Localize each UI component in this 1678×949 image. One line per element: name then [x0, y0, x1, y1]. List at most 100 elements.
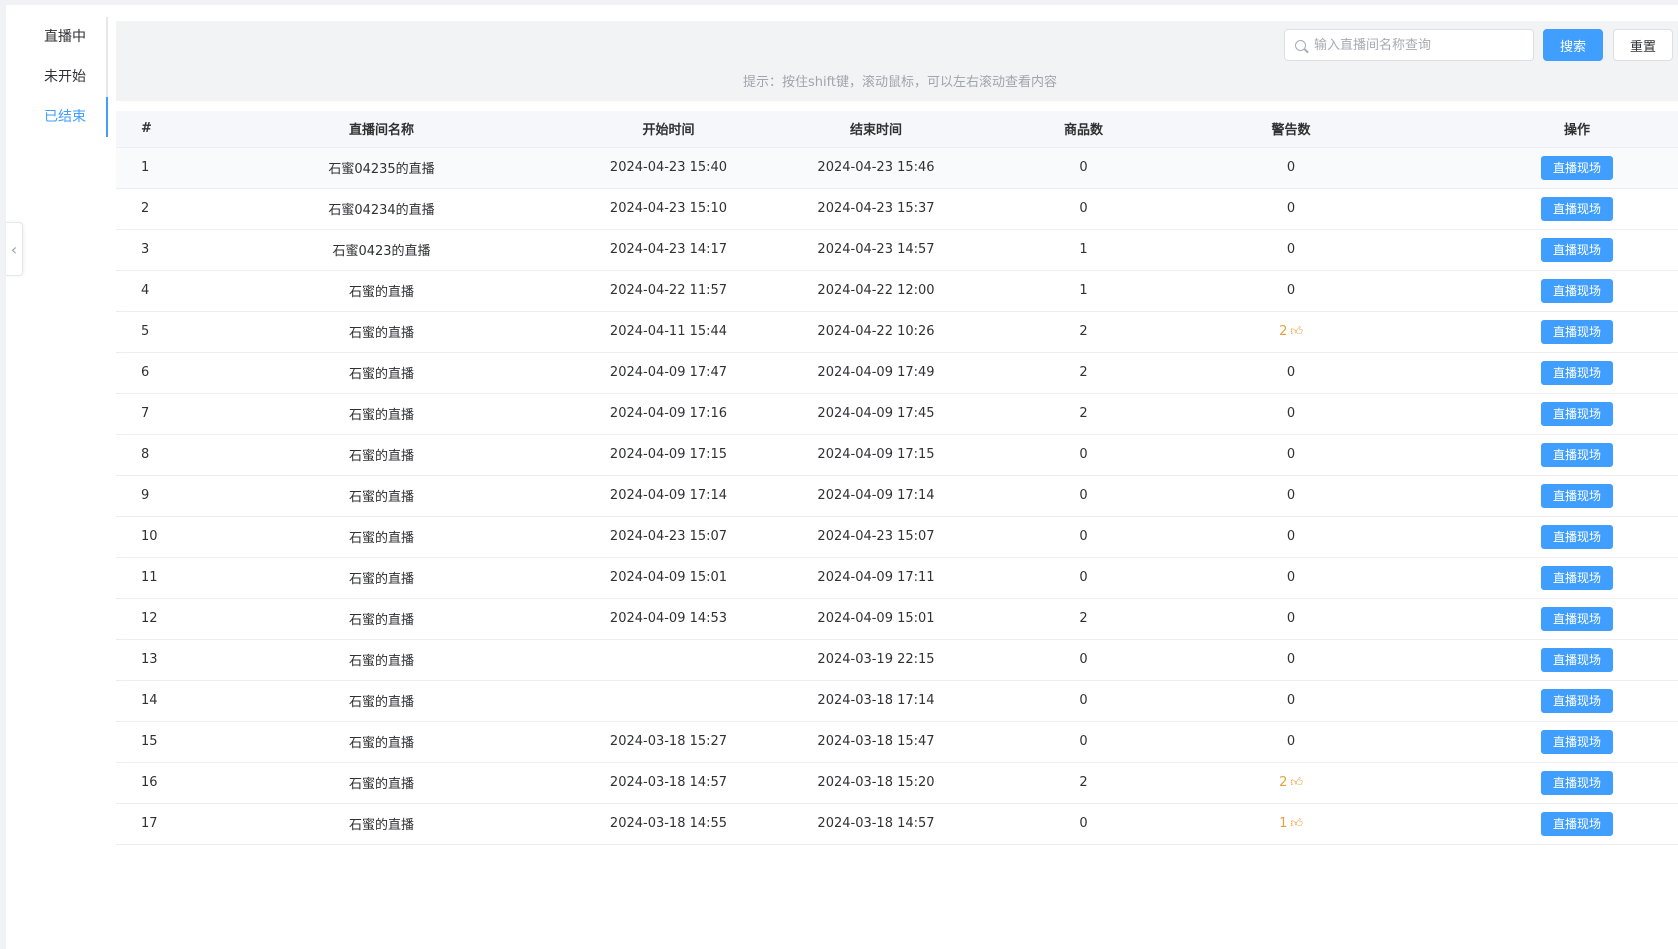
cell-start-time: 2024-04-23 15:10: [565, 188, 772, 230]
cell-warning-count: 0: [1187, 639, 1395, 681]
cell-warning-count: 0: [1187, 434, 1395, 476]
cell-end-time: 2024-03-18 17:14: [772, 680, 980, 722]
warning-count-value: 0: [1286, 365, 1296, 380]
cell-end-time: 2024-04-09 17:49: [772, 352, 980, 394]
live-scene-button[interactable]: 直播现场: [1541, 401, 1613, 426]
live-scene-button[interactable]: 直播现场: [1541, 360, 1613, 385]
live-scene-button[interactable]: 直播现场: [1541, 811, 1613, 836]
table-row: 10 石蜜的直播 2024-04-23 15:07 2024-04-23 15:07 0…: [116, 516, 1678, 558]
cell-index: 15: [116, 721, 198, 763]
app-frame: ‹ 直播中 未开始 已结束 搜索 重置 提示：按住shift键，滚动鼠标，可以左…: [6, 5, 1678, 949]
cell-start-time: 2024-04-09 15:01: [565, 557, 772, 599]
cell-action: 直播现场: [1395, 270, 1678, 312]
cell-end-time: 2024-04-23 15:07: [772, 516, 980, 558]
live-scene-button[interactable]: 直播现场: [1541, 565, 1613, 590]
cell-goods-count: 0: [980, 803, 1187, 845]
cell-goods-count: 0: [980, 188, 1187, 230]
search-box[interactable]: [1284, 29, 1534, 61]
warning-count-value: 0: [1286, 160, 1296, 175]
tab-ended[interactable]: 已结束: [28, 97, 108, 137]
cell-goods-count: 0: [980, 680, 1187, 722]
cell-warning-count[interactable]: 2 👍︎: [1187, 762, 1395, 804]
cell-end-time: 2024-03-18 14:57: [772, 803, 980, 845]
table-row: 15 石蜜的直播 2024-03-18 15:27 2024-03-18 15:47 0…: [116, 721, 1678, 763]
live-scene-button[interactable]: 直播现场: [1541, 770, 1613, 795]
cell-warning-count: 0: [1187, 270, 1395, 312]
cell-action: 直播现场: [1395, 557, 1678, 599]
cell-room-name: 石蜜的直播: [198, 680, 565, 722]
cell-room-name: 石蜜04235的直播: [198, 147, 565, 189]
live-scene-button[interactable]: 直播现场: [1541, 483, 1613, 508]
cell-action: 直播现场: [1395, 475, 1678, 517]
cell-end-time: 2024-03-18 15:20: [772, 762, 980, 804]
scroll-tip: 提示：按住shift键，滚动鼠标，可以左右滚动查看内容: [742, 75, 1058, 90]
table-row: 14 石蜜的直播 2024-03-18 17:14 0 0 直播现场: [116, 680, 1678, 722]
cell-action: 直播现场: [1395, 516, 1678, 558]
cell-action: 直播现场: [1395, 393, 1678, 435]
cell-end-time: 2024-04-23 15:46: [772, 147, 980, 189]
live-scene-button[interactable]: 直播现场: [1541, 606, 1613, 631]
live-scene-button[interactable]: 直播现场: [1541, 442, 1613, 467]
cell-room-name: 石蜜的直播: [198, 721, 565, 763]
header-name: 直播间名称: [198, 111, 565, 148]
cell-start-time: 2024-04-09 14:53: [565, 598, 772, 640]
cell-index: 2: [116, 188, 198, 230]
warning-count-value: 0: [1286, 283, 1296, 298]
table-row: 8 石蜜的直播 2024-04-09 17:15 2024-04-09 17:15 0 0…: [116, 434, 1678, 476]
cell-goods-count: 2: [980, 352, 1187, 394]
live-scene-button[interactable]: 直播现场: [1541, 729, 1613, 754]
cell-warning-count: 0: [1187, 680, 1395, 722]
table-row: 4 石蜜的直播 2024-04-22 11:57 2024-04-22 12:00 1 0…: [116, 270, 1678, 312]
cell-goods-count: 0: [980, 639, 1187, 681]
warning-count-value: 0: [1286, 734, 1296, 749]
reset-button[interactable]: 重置: [1613, 29, 1673, 61]
table-row: 1 石蜜04235的直播 2024-04-23 15:40 2024-04-23 15…: [116, 147, 1678, 189]
header-action: 操作: [1395, 111, 1678, 148]
live-scene-button[interactable]: 直播现场: [1541, 524, 1613, 549]
warning-count-value: 2: [1279, 324, 1288, 339]
tab-live[interactable]: 直播中: [28, 17, 106, 57]
search-panel: 搜索 重置 提示：按住shift键，滚动鼠标，可以左右滚动查看内容: [116, 21, 1678, 101]
cell-room-name: 石蜜的直播: [198, 311, 565, 353]
cell-action: 直播现场: [1395, 598, 1678, 640]
table-row: 16 石蜜的直播 2024-03-18 14:57 2024-03-18 15:20 2…: [116, 762, 1678, 804]
warning-count-value: 1: [1279, 816, 1288, 831]
cell-warning-count[interactable]: 1 👍︎: [1187, 803, 1395, 845]
tab-upcoming[interactable]: 未开始: [28, 57, 106, 97]
cell-goods-count: 1: [980, 270, 1187, 312]
live-scene-button[interactable]: 直播现场: [1541, 237, 1613, 262]
live-scene-button[interactable]: 直播现场: [1541, 647, 1613, 672]
cell-end-time: 2024-04-09 17:14: [772, 475, 980, 517]
cell-goods-count: 2: [980, 393, 1187, 435]
status-tabs: 直播中 未开始 已结束: [28, 17, 108, 137]
cell-room-name: 石蜜的直播: [198, 475, 565, 517]
search-input[interactable]: [1314, 37, 1524, 53]
cell-end-time: 2024-04-09 17:45: [772, 393, 980, 435]
header-warning-count: 警告数: [1187, 111, 1395, 148]
live-scene-button[interactable]: 直播现场: [1541, 196, 1613, 221]
cell-action: 直播现场: [1395, 434, 1678, 476]
cell-warning-count[interactable]: 2 👍︎: [1187, 311, 1395, 353]
cell-action: 直播现场: [1395, 680, 1678, 722]
cell-goods-count: 0: [980, 516, 1187, 558]
cell-room-name: 石蜜的直播: [198, 598, 565, 640]
cell-action: 直播现场: [1395, 352, 1678, 394]
cell-end-time: 2024-03-18 15:47: [772, 721, 980, 763]
table-header-row: # 直播间名称 开始时间 结束时间 商品数 警告数 操作: [116, 111, 1678, 148]
cell-start-time: 2024-04-22 11:57: [565, 270, 772, 312]
cell-start-time: 2024-04-11 15:44: [565, 311, 772, 353]
thumbs-up-icon: 👍︎: [1290, 816, 1303, 830]
cell-index: 6: [116, 352, 198, 394]
live-scene-button[interactable]: 直播现场: [1541, 155, 1613, 180]
live-scene-button[interactable]: 直播现场: [1541, 688, 1613, 713]
header-start-time: 开始时间: [565, 111, 772, 148]
cell-start-time: 2024-04-23 15:07: [565, 516, 772, 558]
cell-goods-count: 2: [980, 311, 1187, 353]
sidebar-collapse-handle[interactable]: ‹: [6, 222, 23, 276]
cell-end-time: 2024-04-22 12:00: [772, 270, 980, 312]
live-room-table: # 直播间名称 开始时间 结束时间 商品数 警告数 操作 1 石蜜04235的直播…: [116, 111, 1678, 845]
search-button[interactable]: 搜索: [1543, 29, 1603, 61]
live-scene-button[interactable]: 直播现场: [1541, 278, 1613, 303]
live-scene-button[interactable]: 直播现场: [1541, 319, 1613, 344]
cell-room-name: 石蜜的直播: [198, 434, 565, 476]
